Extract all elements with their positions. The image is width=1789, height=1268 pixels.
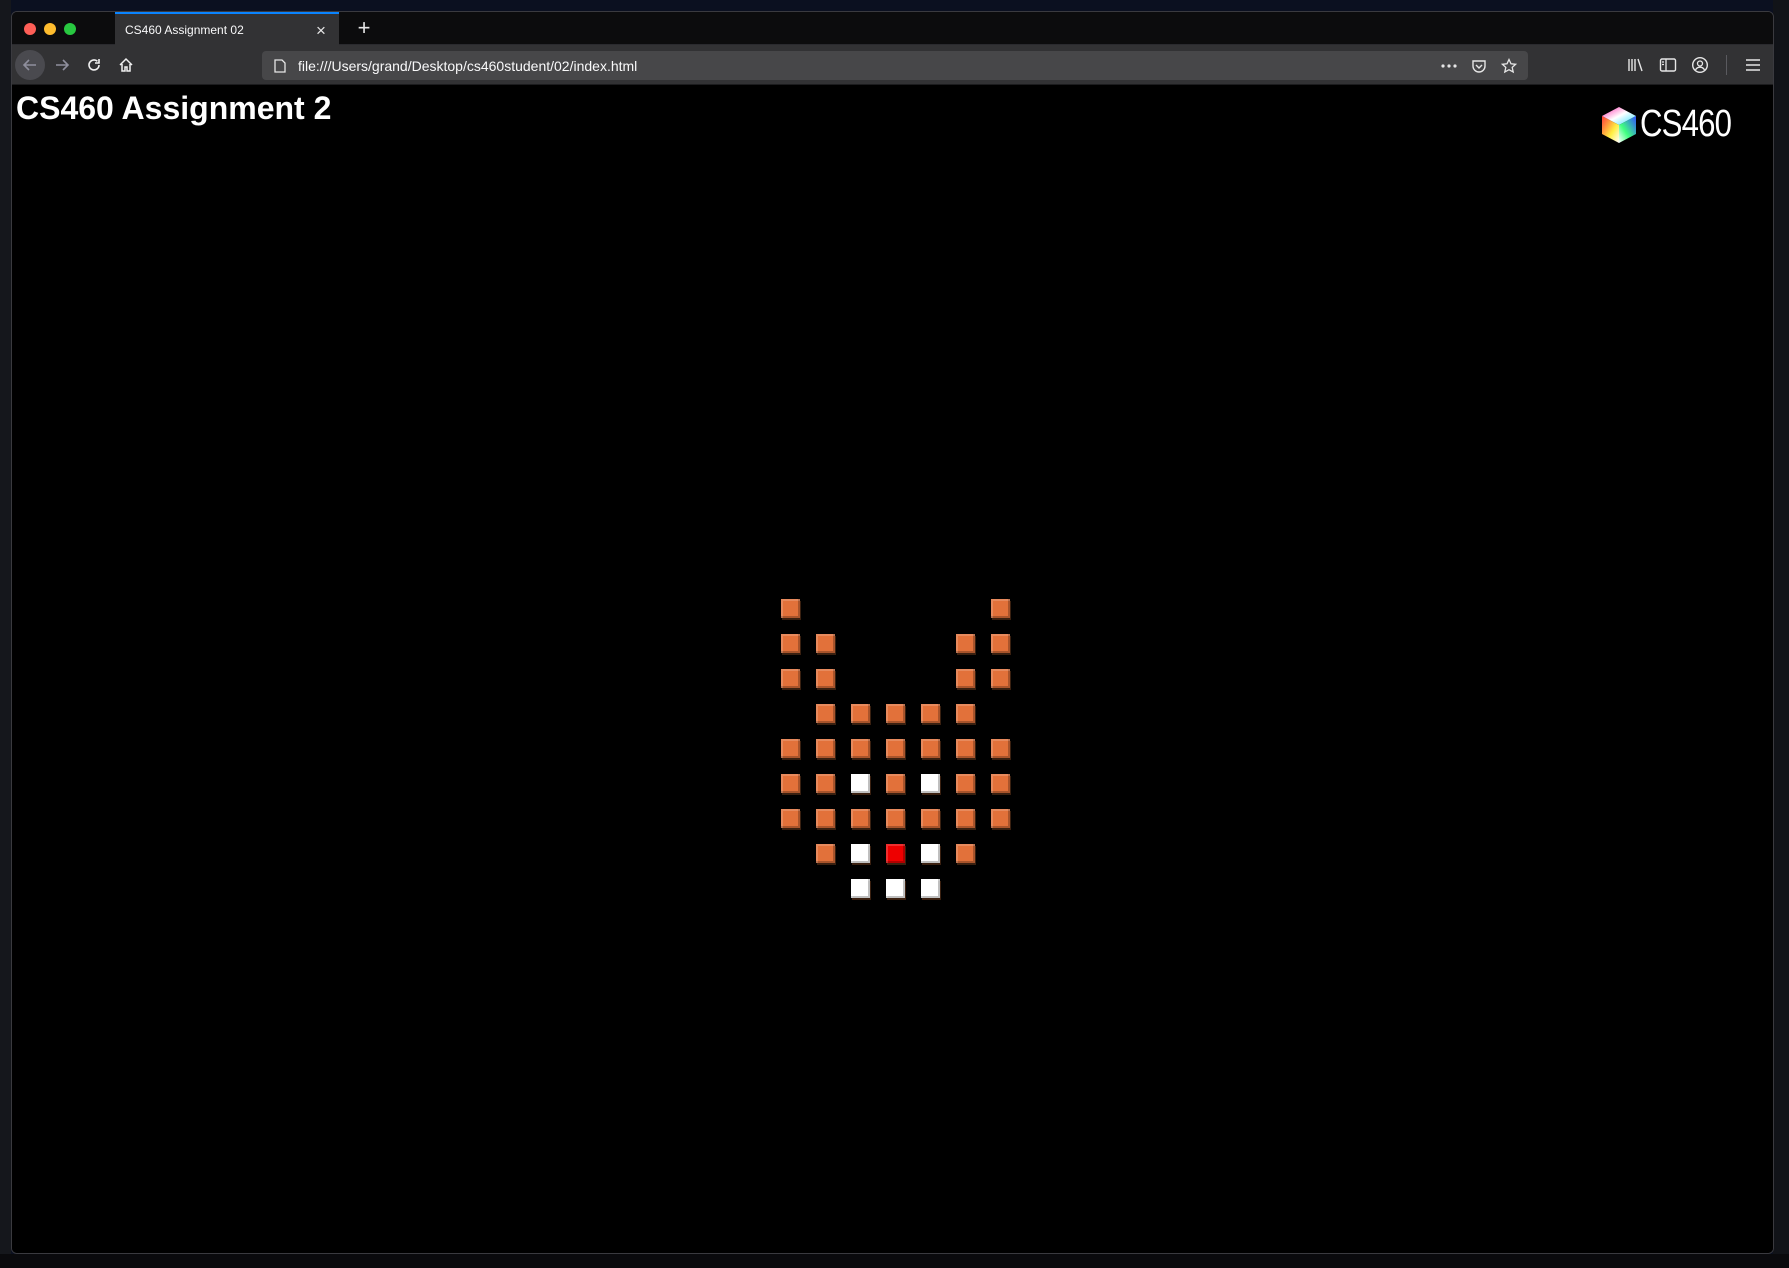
page-icon [272,58,288,74]
new-tab-button[interactable]: + [354,14,374,42]
orange-voxel [956,774,975,793]
window-close-button[interactable] [24,23,36,35]
orange-voxel [816,844,835,863]
orange-voxel [781,739,800,758]
forward-button[interactable] [47,50,77,80]
orange-voxel [816,634,835,653]
address-bar[interactable]: file:///Users/grand/Desktop/cs460student… [262,51,1528,80]
desktop-background-right [1773,0,1789,1268]
orange-voxel [886,809,905,828]
white-voxel [851,774,870,793]
tab-cs460-assignment[interactable]: CS460 Assignment 02 × [115,12,339,46]
account-icon[interactable] [1690,55,1710,75]
white-voxel [851,844,870,863]
orange-voxel [816,809,835,828]
orange-voxel [956,634,975,653]
voxel-scene [12,86,1773,1253]
tab-title: CS460 Assignment 02 [125,23,244,37]
window-minimize-button[interactable] [44,23,56,35]
orange-voxel [851,739,870,758]
orange-voxel [781,774,800,793]
orange-voxel [956,739,975,758]
orange-voxel [886,739,905,758]
white-voxel [921,774,940,793]
bookmark-star-icon[interactable] [1500,57,1518,75]
hamburger-menu-icon[interactable] [1743,55,1763,75]
orange-voxel [781,599,800,618]
orange-voxel [921,739,940,758]
navigation-toolbar: file:///Users/grand/Desktop/cs460student… [12,45,1773,85]
more-actions-icon[interactable] [1440,57,1458,75]
white-voxel [851,879,870,898]
back-arrow-icon [22,59,36,71]
white-voxel [921,879,940,898]
orange-voxel [956,809,975,828]
reload-button[interactable] [79,50,109,80]
pocket-icon[interactable] [1470,57,1488,75]
browser-window: CS460 Assignment 02 × + file:///Users/gr… [11,11,1774,1254]
home-button[interactable] [111,50,141,80]
orange-voxel [816,704,835,723]
desktop-background-bottom [0,1254,1789,1268]
orange-voxel [991,599,1010,618]
orange-voxel [851,809,870,828]
orange-voxel [956,669,975,688]
white-voxel [921,844,940,863]
orange-voxel [886,704,905,723]
sidebar-icon[interactable] [1658,55,1678,75]
orange-voxel [991,634,1010,653]
orange-voxel [991,774,1010,793]
red-voxel [886,844,905,863]
white-voxel [886,879,905,898]
orange-voxel [886,774,905,793]
url-text[interactable]: file:///Users/grand/Desktop/cs460student… [298,58,1440,74]
orange-voxel [921,704,940,723]
orange-voxel [851,704,870,723]
reload-icon [88,59,100,71]
tab-bar: CS460 Assignment 02 × + [12,12,1773,46]
orange-voxel [921,809,940,828]
home-icon [119,57,133,72]
toolbar-separator [1726,55,1727,75]
back-button[interactable] [15,50,45,80]
orange-voxel [781,634,800,653]
forward-arrow-icon [56,59,70,71]
orange-voxel [956,844,975,863]
orange-voxel [781,809,800,828]
library-icon[interactable] [1626,55,1646,75]
orange-voxel [991,739,1010,758]
desktop-background-left [0,0,11,1268]
page-content: CS460 Assignment 2 CS460 [12,86,1773,1253]
orange-voxel [816,669,835,688]
orange-voxel [956,704,975,723]
orange-voxel [816,739,835,758]
orange-voxel [781,669,800,688]
tab-close-icon[interactable]: × [313,22,329,39]
orange-voxel [816,774,835,793]
orange-voxel [991,809,1010,828]
window-maximize-button[interactable] [64,23,76,35]
orange-voxel [991,669,1010,688]
